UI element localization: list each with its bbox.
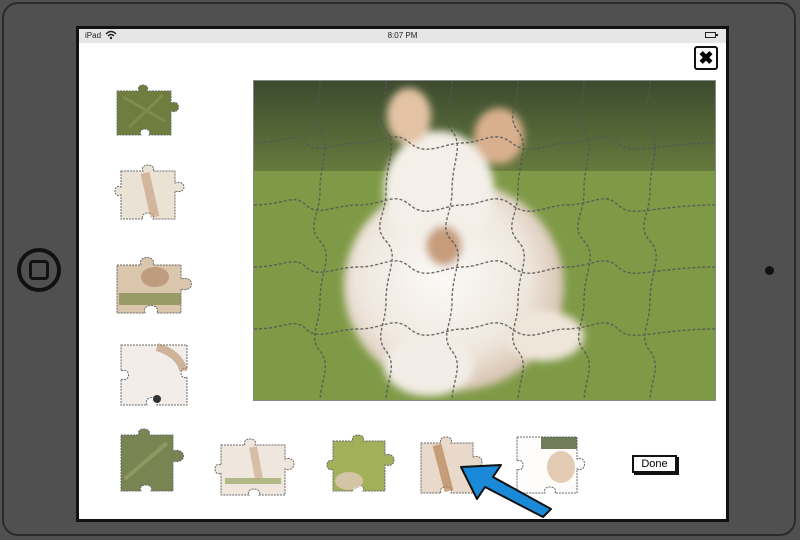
puzzle-piece-tray-2[interactable]	[214, 435, 307, 499]
done-button[interactable]: Done	[632, 455, 677, 473]
puzzle-piece-left-1[interactable]	[115, 77, 187, 139]
arrow-pointer-icon	[460, 464, 552, 518]
home-button[interactable]	[17, 248, 61, 292]
close-icon: ✖	[698, 48, 714, 68]
puzzle-piece-tray-3[interactable]	[323, 433, 403, 497]
app-screen: iPad 8:07 PM ✖ Done	[76, 26, 729, 522]
battery-icon	[705, 32, 718, 38]
puzzle-piece-left-2[interactable]	[114, 161, 195, 225]
camera-dot	[765, 266, 774, 275]
puzzle-board[interactable]	[253, 80, 716, 401]
home-square-icon	[29, 260, 49, 280]
done-button-label: Done	[641, 458, 668, 470]
puzzle-image	[254, 81, 715, 400]
status-bar: iPad 8:07 PM	[79, 29, 726, 43]
puzzle-piece-left-3[interactable]	[111, 247, 203, 319]
puzzle-piece-tray-1[interactable]	[117, 428, 199, 495]
close-button[interactable]: ✖	[694, 46, 718, 70]
ipad-frame: iPad 8:07 PM ✖ Done	[0, 0, 800, 540]
puzzle-piece-left-4[interactable]	[117, 339, 193, 411]
clock-time: 8:07 PM	[387, 31, 418, 40]
